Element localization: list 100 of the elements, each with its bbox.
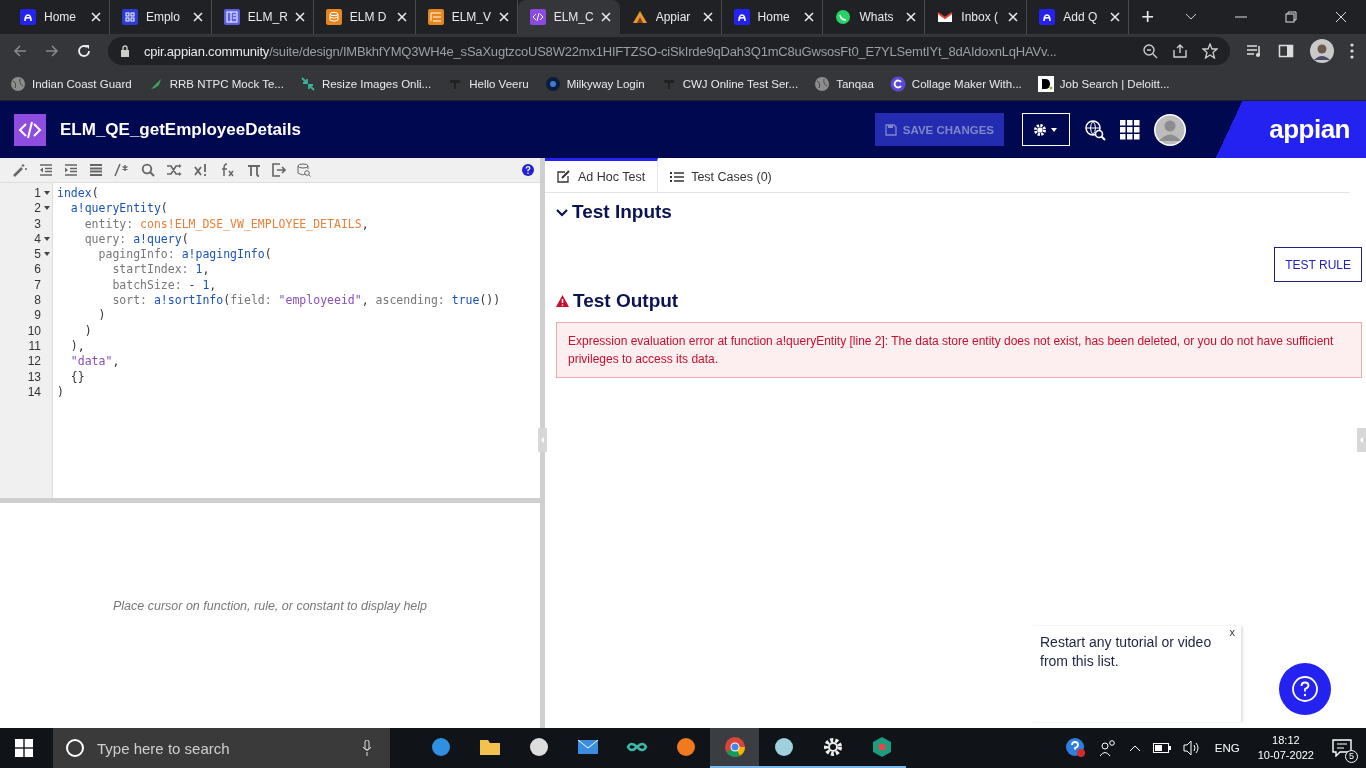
- back-icon[interactable]: [12, 43, 28, 59]
- bookmark[interactable]: RRB NTPC Mock Te...: [147, 76, 284, 92]
- line-number: 7: [34, 277, 41, 294]
- restore-icon[interactable]: [1285, 11, 1297, 23]
- clock[interactable]: 18:12 10-07-2022: [1257, 733, 1314, 763]
- taskbar-app[interactable]: [710, 728, 759, 768]
- magic-wand-icon[interactable]: [12, 163, 28, 177]
- tab-search-icon[interactable]: [1185, 13, 1197, 21]
- chevron-up-icon[interactable]: [1128, 744, 1141, 752]
- code-line: ): [57, 384, 65, 401]
- indent-icon[interactable]: [64, 164, 78, 176]
- globe-search-icon[interactable]: [1084, 118, 1106, 141]
- user-avatar[interactable]: [1154, 113, 1186, 146]
- code-line: ),: [69, 338, 86, 355]
- fold-caret-icon[interactable]: [44, 191, 50, 197]
- close-icon[interactable]: [1110, 12, 1121, 22]
- bookmark[interactable]: Milkyway Login: [544, 76, 645, 92]
- list-icon[interactable]: [89, 164, 103, 176]
- close-icon[interactable]: [192, 12, 203, 22]
- bookmark-label: Resize Images Onli...: [321, 78, 432, 90]
- bookmark[interactable]: Resize Images Onli...: [299, 76, 432, 92]
- rule-title: ELM_QE_getEmployeeDetails: [60, 119, 301, 140]
- close-icon[interactable]: [600, 12, 611, 22]
- app-icon: [325, 9, 342, 25]
- forward-icon[interactable]: [44, 43, 60, 59]
- close-icon[interactable]: [90, 12, 101, 22]
- close-icon[interactable]: [804, 12, 815, 22]
- fold-caret-icon[interactable]: [44, 237, 50, 243]
- outdent-icon[interactable]: [39, 164, 53, 176]
- error-message: Expression evaluation error at function a!queryEntity [line 2]: The data store entity does not exist, has been deleted, or you do not have sufficient privileges to access its data.: [556, 322, 1362, 378]
- appian-logo[interactable]: appian: [1269, 114, 1350, 145]
- fold-caret-icon[interactable]: [44, 206, 50, 212]
- tab-title: Home: [44, 10, 77, 24]
- notification-badge: 5: [1345, 750, 1358, 763]
- section-title: Test Inputs: [572, 201, 672, 223]
- chevron-down-icon[interactable]: [556, 206, 568, 218]
- export-icon[interactable]: [272, 163, 286, 177]
- help-icon[interactable]: [522, 164, 534, 176]
- variable-icon[interactable]: [193, 163, 209, 177]
- code-line: query: a!query(: [83, 231, 190, 248]
- help-icon[interactable]: [1064, 737, 1087, 759]
- browser-tab[interactable]: ELM_C: [517, 0, 620, 34]
- microphone-icon[interactable]: [362, 740, 372, 756]
- language-indicator[interactable]: ENG: [1214, 742, 1240, 754]
- line-number: 14: [27, 384, 41, 401]
- test-rule-button[interactable]: TEST RULE: [1274, 247, 1362, 282]
- close-icon[interactable]: [396, 12, 407, 22]
- bookmark[interactable]: Tanqaa: [814, 76, 874, 92]
- people-icon[interactable]: [1098, 739, 1117, 757]
- battery-icon[interactable]: [1152, 743, 1171, 753]
- windows-start-icon[interactable]: [15, 739, 33, 757]
- collapse-handle-icon[interactable]: [538, 428, 547, 452]
- new-tab-button[interactable]: +: [1129, 4, 1166, 30]
- app-grid-icon[interactable]: [1120, 119, 1140, 140]
- tab-title: Appiar: [655, 10, 692, 24]
- line-number: 9: [34, 308, 41, 324]
- help-button[interactable]: [1279, 663, 1331, 715]
- media-icon[interactable]: [1246, 43, 1262, 59]
- zoom-icon[interactable]: [1142, 43, 1158, 59]
- menu-icon[interactable]: [1350, 43, 1354, 59]
- close-icon[interactable]: [498, 12, 509, 22]
- profile-avatar[interactable]: [1310, 39, 1334, 63]
- close-button[interactable]: x: [1229, 626, 1235, 638]
- notification-icon[interactable]: [1332, 739, 1352, 757]
- code-line: index(: [57, 186, 100, 202]
- app-icon: [722, 735, 747, 759]
- shuffle-icon[interactable]: [166, 163, 182, 177]
- line-number: 3: [34, 216, 41, 232]
- settings-button[interactable]: [1022, 113, 1070, 146]
- function-icon[interactable]: [220, 163, 236, 177]
- close-icon[interactable]: [702, 12, 713, 22]
- bookmark[interactable]: Indian Coast Guard: [10, 76, 132, 92]
- list-icon: [670, 170, 685, 183]
- close-icon[interactable]: [1335, 11, 1347, 23]
- side-panel-icon[interactable]: [1278, 43, 1294, 59]
- share-icon[interactable]: [1172, 43, 1188, 59]
- close-icon[interactable]: [906, 12, 917, 22]
- panel-tab[interactable]: Ad Hoc Test: [545, 158, 659, 192]
- bookmark[interactable]: CWJ Online Test Ser...: [660, 76, 799, 92]
- chat-icon: [835, 9, 852, 25]
- bookmark[interactable]: Collage Maker With...: [889, 76, 1022, 92]
- speaker-icon[interactable]: [1182, 740, 1201, 756]
- database-search-icon[interactable]: [297, 163, 311, 177]
- search-icon[interactable]: [141, 163, 155, 177]
- collapse-handle-icon[interactable]: [1357, 428, 1366, 452]
- edit-icon: [557, 170, 571, 183]
- reload-icon[interactable]: [76, 43, 92, 59]
- date-text: 10-07-2022: [1257, 748, 1314, 763]
- address-field[interactable]: cpir.appian.community/suite/design/IMBkhfYMQ3WH4e_sSaXugtzcoUS8W22mx1HIFTZSO-ciSkIrde9qDah3Q1mC8uGwsosFt0_E7YLSemtIYt_8dAIdoxnLqHAVv...: [108, 37, 1230, 65]
- bookmark[interactable]: Job Search | Deloitt...: [1037, 76, 1170, 92]
- close-icon[interactable]: [294, 12, 305, 22]
- fold-caret-icon[interactable]: [44, 252, 50, 258]
- pi-icon[interactable]: [247, 163, 261, 177]
- star-icon[interactable]: [1202, 43, 1218, 59]
- close-icon[interactable]: [1008, 12, 1019, 22]
- line-number: 5: [34, 247, 41, 263]
- line-number: 13: [27, 369, 41, 385]
- taskbar-search-field[interactable]: Type here to search: [53, 728, 390, 768]
- bookmark[interactable]: Hello Veeru: [447, 76, 529, 92]
- comment-icon[interactable]: [114, 163, 130, 177]
